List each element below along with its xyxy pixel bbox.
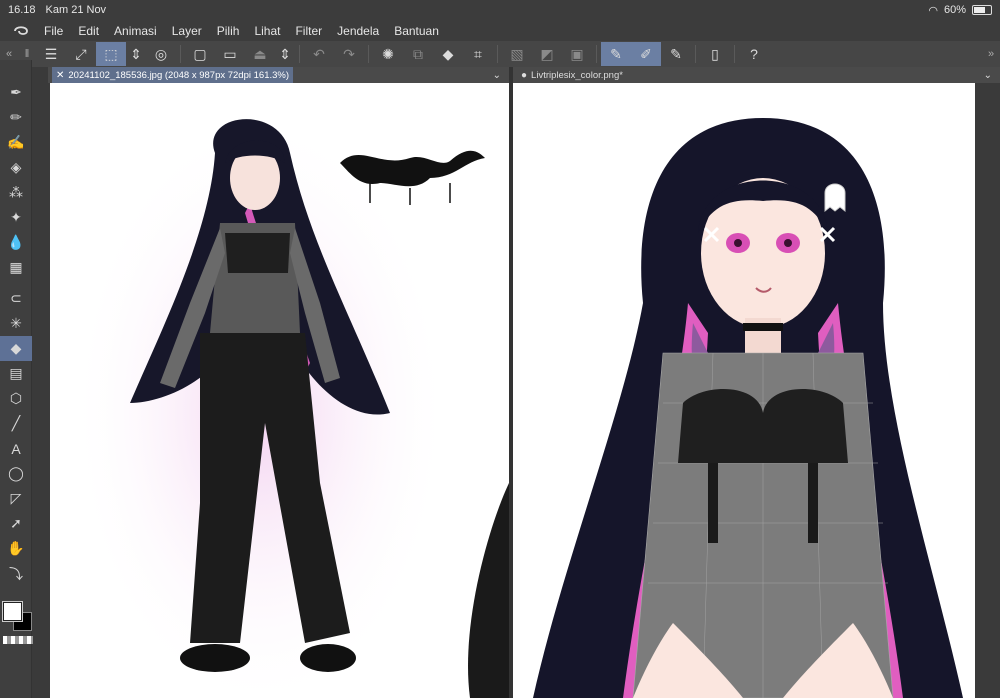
- tool-frame-icon[interactable]: ◸: [0, 486, 32, 511]
- menu-bar: File Edit Animasi Layer Pilih Lihat Filt…: [0, 20, 1000, 41]
- close-tab-icon[interactable]: ✕: [56, 70, 64, 81]
- pen-line-icon[interactable]: ✎: [661, 42, 691, 66]
- loading-icon[interactable]: ✺: [373, 42, 403, 66]
- updown-arrows-icon[interactable]: ⇕: [126, 42, 146, 66]
- wifi-icon: ◠: [928, 4, 938, 17]
- menu-lihat[interactable]: Lihat: [254, 24, 280, 38]
- left-tab-bar: ✕ 20241102_185536.jpg (2048 x 987px 72dp…: [48, 67, 509, 83]
- color-swatch[interactable]: [2, 601, 33, 632]
- menu-file[interactable]: File: [44, 24, 63, 38]
- brush-icon[interactable]: ✐: [631, 42, 661, 66]
- menu-jendela[interactable]: Jendela: [337, 24, 379, 38]
- tool-line-icon[interactable]: ╱: [0, 411, 32, 436]
- fill-icon[interactable]: ◆: [433, 42, 463, 66]
- foreground-color-swatch[interactable]: [2, 601, 23, 622]
- side-strip: [36, 67, 48, 698]
- fit-canvas-icon[interactable]: ⤢: [66, 42, 96, 66]
- tool-fill-icon[interactable]: ◆: [0, 336, 32, 361]
- left-canvas[interactable]: [50, 83, 509, 698]
- tab-right-title: Livtriplesix_color.png*: [531, 69, 623, 81]
- battery-icon: [972, 5, 992, 15]
- status-right: ◠ 60%: [928, 4, 992, 17]
- tool-magic-wand-icon[interactable]: ✳: [0, 311, 32, 336]
- toolbar-separator: [497, 45, 498, 63]
- toolbar-separator: [180, 45, 181, 63]
- tool-object-icon[interactable]: ⬡: [0, 386, 32, 411]
- tool-balloon-icon[interactable]: ◯: [0, 461, 32, 486]
- status-time: 16.18: [8, 4, 36, 16]
- transparent-color-swatch[interactable]: [3, 636, 33, 644]
- reference-layer-icon[interactable]: ◎: [146, 42, 176, 66]
- transform-icon[interactable]: ⬚: [96, 42, 126, 66]
- right-gutter: [975, 83, 1000, 698]
- tool-pencil-icon[interactable]: ✏: [0, 105, 32, 130]
- collapse-right-icon[interactable]: »: [982, 48, 1000, 60]
- tool-hand-icon[interactable]: ✋: [0, 536, 32, 561]
- menu-pilih[interactable]: Pilih: [217, 24, 240, 38]
- toolbar-separator: [299, 45, 300, 63]
- status-bar: 16.18 Kam 21 Nov ◠ 60%: [0, 0, 1000, 20]
- tool-blend-icon[interactable]: 💧: [0, 230, 32, 255]
- pen-ruler-icon[interactable]: ✎: [601, 42, 631, 66]
- collapse-left-icon[interactable]: «: [0, 48, 18, 60]
- open-folder-icon[interactable]: ▭: [215, 42, 245, 66]
- crop-icon[interactable]: ⌗: [463, 42, 493, 66]
- toolbar-separator: [368, 45, 369, 63]
- chevron-down-icon[interactable]: ⌄: [984, 70, 992, 81]
- panel-toggle-icon[interactable]: ‖: [18, 48, 36, 60]
- menu-edit[interactable]: Edit: [78, 24, 99, 38]
- copy-layer-icon[interactable]: ⧉: [403, 42, 433, 66]
- menu-layer[interactable]: Layer: [172, 24, 202, 38]
- tool-gradient-icon[interactable]: ▤: [0, 361, 32, 386]
- selection-border-icon[interactable]: ▣: [562, 42, 592, 66]
- tool-text-icon[interactable]: A: [0, 436, 32, 461]
- tab-left-document[interactable]: ✕ 20241102_185536.jpg (2048 x 987px 72dp…: [52, 67, 294, 83]
- menu-bantuan[interactable]: Bantuan: [394, 24, 439, 38]
- clear-selection-icon[interactable]: ▧: [502, 42, 532, 66]
- device-icon[interactable]: ▯: [700, 42, 730, 66]
- portrait-artwork: [533, 118, 963, 698]
- undo-icon[interactable]: ↶: [304, 42, 334, 66]
- toolbar-separator: [734, 45, 735, 63]
- tool-sparkle-icon[interactable]: ✦: [0, 205, 32, 230]
- right-tab-bar: ● Livtriplesix_color.png* ⌄: [513, 67, 1000, 83]
- toolbar-separator: [596, 45, 597, 63]
- tool-eyedropper-icon[interactable]: ⤵: [0, 561, 32, 586]
- help-icon[interactable]: ?: [739, 42, 769, 66]
- status-date: Kam 21 Nov: [45, 4, 107, 16]
- menu-animasi[interactable]: Animasi: [114, 24, 157, 38]
- chevron-down-icon[interactable]: ⌄: [493, 70, 501, 81]
- tool-select-layer-icon[interactable]: ➚: [0, 511, 32, 536]
- app-logo-icon[interactable]: [12, 23, 30, 39]
- new-file-icon[interactable]: ▢: [185, 42, 215, 66]
- updown-arrows-icon-2[interactable]: ⇕: [275, 42, 295, 66]
- tool-brush-icon[interactable]: ✍: [0, 130, 32, 155]
- battery-percent: 60%: [943, 4, 966, 16]
- command-bar: « ‖ ☰ ⤢ ⬚ ⇕ ◎ ▢ ▭ ⏏ ⇕ ↶ ↷ ✺ ⧉ ◆ ⌗ ▧ ◩ ▣ …: [0, 41, 1000, 67]
- tool-decoration-icon[interactable]: ⁂: [0, 180, 32, 205]
- menu-hamburger-icon[interactable]: ☰: [36, 42, 66, 66]
- tool-lasso-icon[interactable]: ⊂: [0, 286, 32, 311]
- tool-grid-icon[interactable]: ▦: [0, 255, 32, 280]
- tool-eraser-icon[interactable]: ◈: [0, 155, 32, 180]
- unsaved-dot-icon: ●: [521, 69, 528, 81]
- redo-icon[interactable]: ↷: [334, 42, 364, 66]
- reference-artwork: [70, 113, 509, 698]
- save-icon[interactable]: ⏏: [245, 42, 275, 66]
- invert-selection-icon[interactable]: ◩: [532, 42, 562, 66]
- tool-pen-icon[interactable]: ✒: [0, 80, 32, 105]
- right-canvas[interactable]: [513, 83, 975, 698]
- tab-left-title: 20241102_185536.jpg (2048 x 987px 72dpi …: [68, 69, 290, 81]
- toolbar-separator: [695, 45, 696, 63]
- menu-filter[interactable]: Filter: [295, 24, 322, 38]
- tab-right-document[interactable]: ● Livtriplesix_color.png*: [517, 67, 627, 83]
